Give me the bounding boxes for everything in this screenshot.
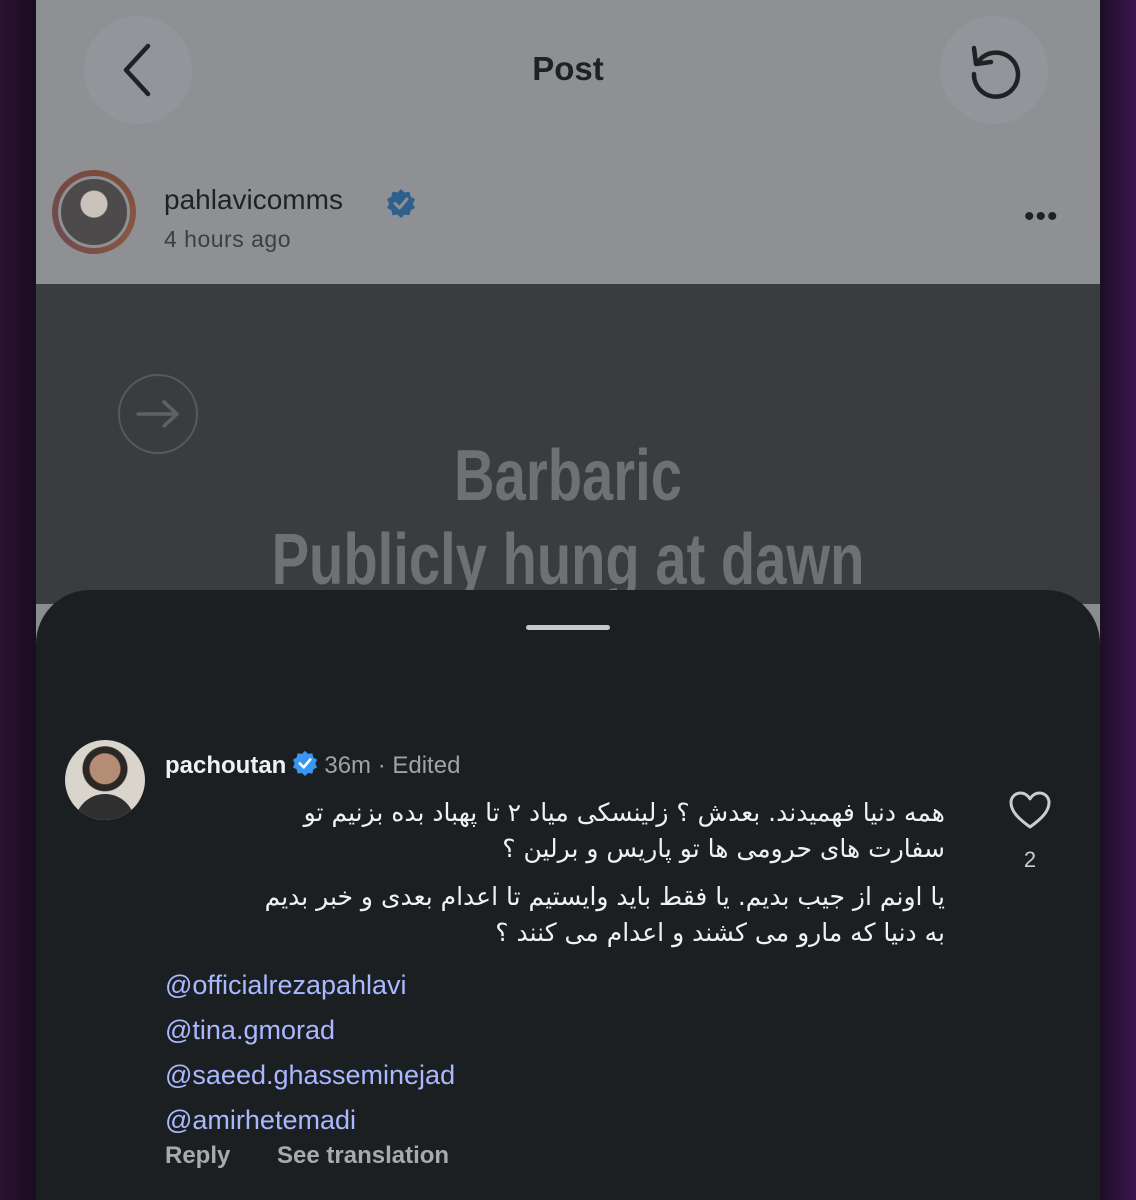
post-media[interactable]: Barbaric Publicly hung at dawn: [36, 284, 1100, 604]
comment-text-line: یا اونم از جیب بدیم. یا فقط باید وایستیم…: [264, 882, 945, 911]
mention-link[interactable]: @amirhetemadi: [165, 1098, 985, 1143]
more-options-button[interactable]: •••: [1024, 200, 1059, 234]
like-control: 2: [1008, 790, 1052, 873]
comment-text-line: همه دنیا فهمیدند. بعدش ؟ زلینسکی میاد ۲ …: [303, 798, 945, 827]
comment-body: همه دنیا فهمیدند. بعدش ؟ زلینسکی میاد ۲ …: [165, 795, 985, 1143]
author-username[interactable]: pahlavicomms: [164, 184, 343, 216]
mention-link[interactable]: @officialrezapahlavi: [165, 963, 985, 1008]
like-count: 2: [1023, 847, 1037, 872]
refresh-icon: [971, 45, 1021, 99]
arrow-right-icon: [136, 400, 179, 428]
commenter-avatar[interactable]: [65, 740, 145, 820]
heart-icon[interactable]: [1008, 790, 1052, 830]
reply-button[interactable]: Reply: [165, 1142, 230, 1169]
post-headline: Barbaric Publicly hung at dawn: [153, 434, 983, 602]
mention-link[interactable]: @tina.gmorad: [165, 1008, 985, 1053]
author-avatar[interactable]: [52, 170, 136, 254]
comment-text-line: به دنیا که مارو می کشند و اعدام می کنند …: [495, 918, 945, 947]
phone-screen: Post pahlavicomms 4 hours ago ••• Barbar: [36, 0, 1100, 1200]
verified-badge-icon: [387, 189, 415, 218]
comment-header: pachoutan 36m · Edited: [165, 750, 461, 779]
headline-line-1: Barbaric: [454, 436, 682, 516]
comment-time: 36m: [324, 752, 372, 779]
post-author-row: pahlavicomms 4 hours ago: [36, 140, 1100, 284]
verified-badge-icon: [293, 750, 318, 776]
comment-actions: Reply See translation: [165, 1142, 489, 1170]
sheet-grabber[interactable]: [526, 625, 610, 630]
post-timestamp: 4 hours ago: [164, 226, 291, 252]
comment-text-line: سفارت های حرومی ها تو پاریس و برلین ؟: [502, 834, 945, 863]
edited-label: Edited: [392, 752, 461, 779]
commenter-username[interactable]: pachoutan: [165, 752, 286, 779]
refresh-button[interactable]: [940, 16, 1048, 124]
mention-link[interactable]: @saeed.ghasseminejad: [165, 1053, 985, 1098]
see-translation-button[interactable]: See translation: [277, 1142, 449, 1169]
comments-sheet: pachoutan 36m · Edited همه دنیا فهمیدند.…: [36, 590, 1100, 1200]
top-bar: Post: [36, 0, 1100, 140]
